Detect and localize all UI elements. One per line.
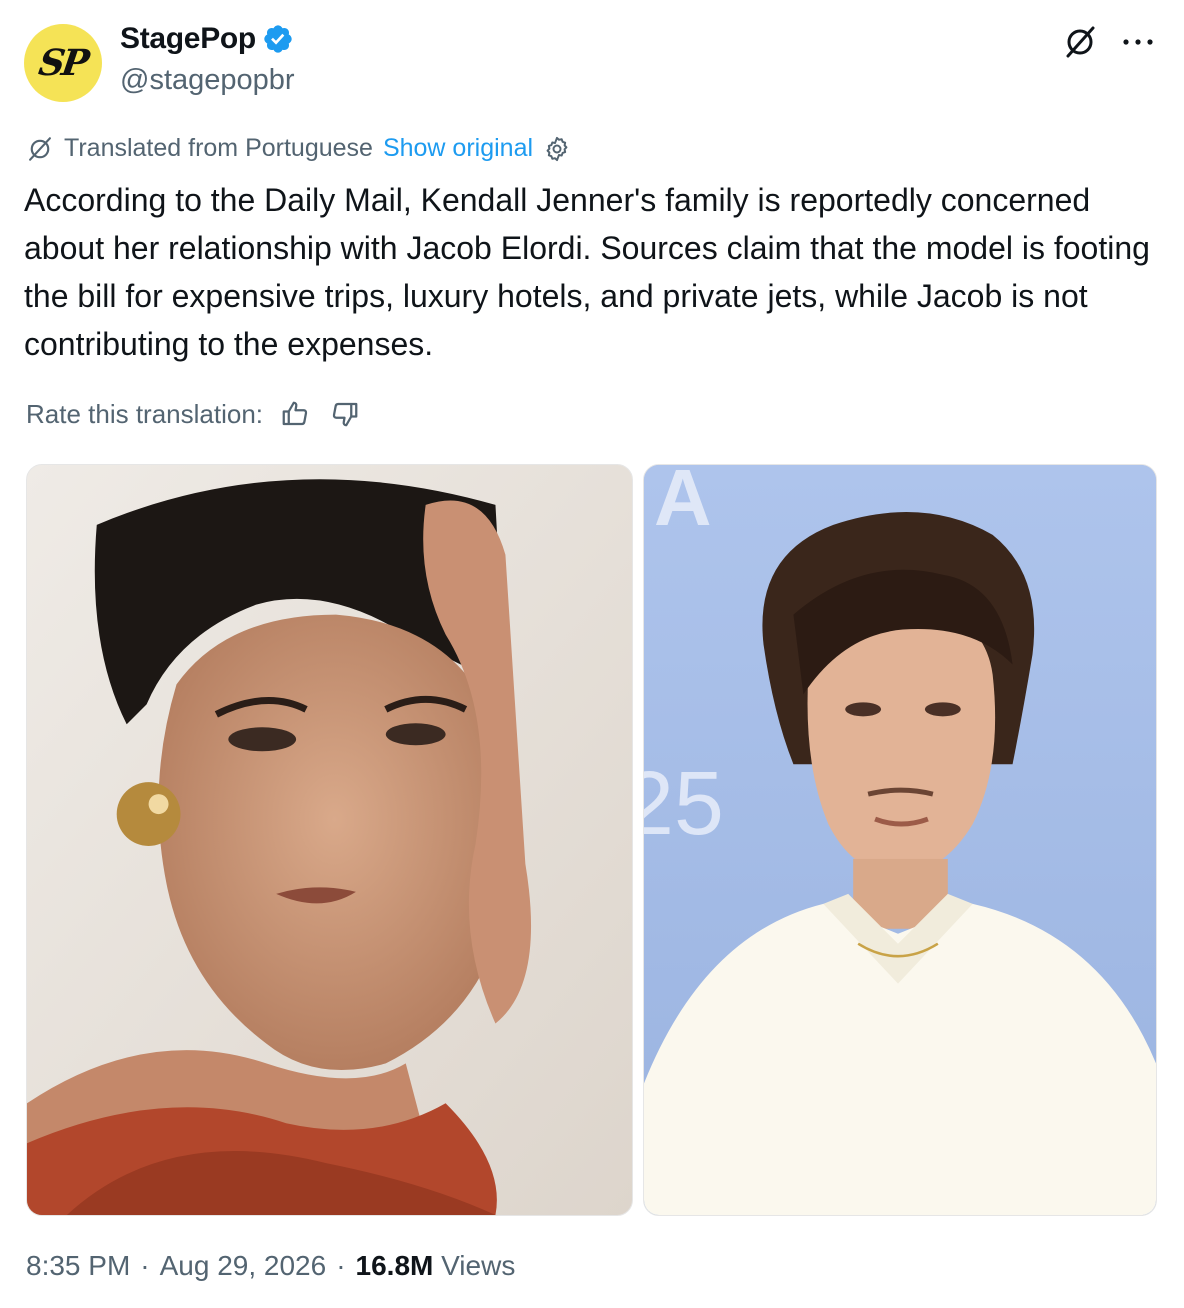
avatar[interactable]: SP: [24, 24, 102, 102]
thumbs-down-icon: [332, 402, 358, 427]
top-actions: [1062, 24, 1158, 60]
translated-label: Translated from Portuguese: [64, 134, 373, 162]
more-icon: [1123, 39, 1153, 45]
grok-button[interactable]: [1062, 24, 1098, 60]
tweet-text: According to the Daily Mail, Kendall Jen…: [24, 182, 1150, 362]
thumbs-up-icon: [282, 401, 308, 426]
tweet-time[interactable]: 8:35 PM: [26, 1250, 130, 1282]
bg-letter-top: A: [654, 465, 712, 542]
author-name-row: StagePop: [120, 22, 294, 56]
views-label: Views: [441, 1250, 516, 1281]
gear-icon[interactable]: [543, 135, 571, 163]
meta-separator-2: ·: [336, 1250, 346, 1281]
handle[interactable]: @stagepopbr: [120, 64, 295, 97]
photo-man-portrait[interactable]: A 25: [643, 464, 1157, 1216]
rate-translation-row: Rate this translation:: [26, 396, 363, 432]
translate-icon: [29, 136, 51, 161]
meta-separator: ·: [140, 1250, 150, 1281]
verified-badge-icon: [264, 25, 292, 53]
thumbs-down-button[interactable]: [327, 396, 363, 432]
display-name[interactable]: StagePop: [120, 22, 256, 56]
avatar-text: SP: [36, 42, 90, 84]
photo-woman-portrait[interactable]: [26, 464, 633, 1216]
rate-label: Rate this translation:: [26, 398, 264, 429]
bg-number-mid: 25: [644, 754, 724, 854]
views-count[interactable]: 16.8M: [356, 1250, 434, 1281]
more-button[interactable]: [1118, 24, 1158, 60]
translation-row: Translated from Portuguese Show original: [26, 134, 571, 163]
portrait-woman-image: [27, 465, 632, 1215]
show-original-link[interactable]: Show original: [383, 134, 533, 163]
tweet-date[interactable]: Aug 29, 2026: [160, 1250, 327, 1282]
grok-icon: [1066, 26, 1095, 58]
tweet-meta: 8:35 PM · Aug 29, 2026 · 16.8M Views: [26, 1250, 515, 1282]
portrait-man-image: A 25: [644, 465, 1156, 1215]
thumbs-up-button[interactable]: [277, 396, 313, 432]
media-grid: A 25: [26, 464, 1157, 1216]
